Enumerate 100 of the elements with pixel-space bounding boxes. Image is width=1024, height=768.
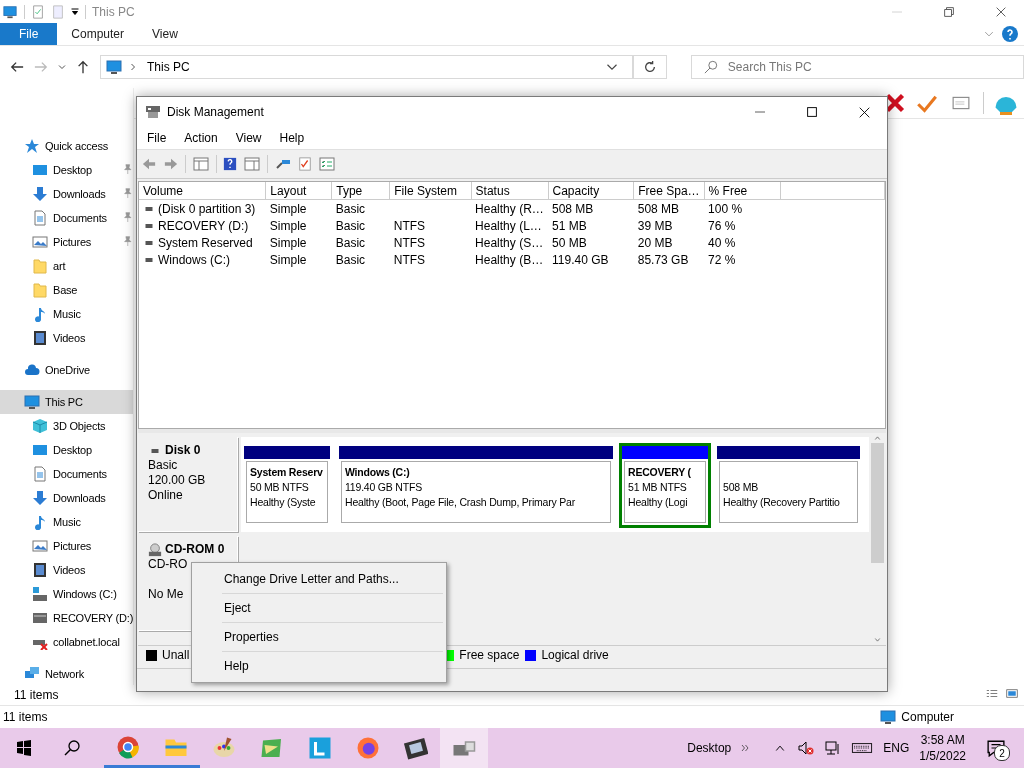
nav-item[interactable]: Documents [0, 206, 133, 230]
close-icon [996, 6, 1006, 17]
disk-label-panel[interactable]: Disk 0 Basic 120.00 GB Online [138, 437, 238, 532]
nav-item[interactable]: Videos [0, 558, 133, 582]
table-cell: 50 MB [552, 235, 587, 250]
column-header[interactable]: Type [331, 182, 390, 200]
muted-speaker-icon[interactable] [797, 740, 816, 756]
restore-icon [944, 6, 954, 17]
nav-item[interactable]: Pictures [0, 230, 133, 254]
envelope-icon[interactable] [949, 94, 973, 112]
nav-item[interactable]: This PC [0, 390, 133, 414]
nav-item[interactable]: art [0, 254, 133, 278]
toolbar-label[interactable]: Desktop [687, 741, 732, 755]
down-caret-icon [873, 637, 882, 643]
table-cell: NTFS [393, 235, 426, 250]
menu-item[interactable]: Action [176, 129, 226, 147]
table-cell: 20 MB [637, 235, 673, 250]
properties-icon [31, 3, 45, 20]
refresh-icon [642, 60, 657, 74]
table-cell: 39 MB [637, 218, 673, 233]
help-icon[interactable] [1002, 26, 1018, 42]
monitor-icon [2, 4, 18, 19]
menu-item[interactable]: View [227, 129, 270, 147]
picture-icon [32, 234, 48, 250]
column-header[interactable]: Volume [139, 182, 266, 200]
legend-label: Free space [459, 648, 520, 662]
nav-item[interactable]: Desktop [0, 438, 133, 462]
nav-item[interactable]: RECOVERY (D:) [0, 606, 133, 630]
nav-item[interactable]: Downloads [0, 182, 133, 206]
search-field[interactable]: Search This PC [690, 55, 1024, 79]
table-cell: (Disk 0 partition 3) [158, 201, 256, 216]
clock[interactable]: 3:58 AM 1/5/2022 [919, 732, 966, 764]
cross-icon[interactable] [885, 93, 905, 113]
column-header[interactable]: Status [471, 182, 548, 200]
column-header[interactable]: Layout [265, 182, 332, 200]
nav-item[interactable]: 3D Objects [0, 414, 133, 438]
monitor-icon [32, 442, 48, 458]
map-icon [260, 736, 284, 760]
table-cell: System Reserved [158, 235, 253, 250]
nav-item[interactable]: Music [0, 302, 133, 326]
nav-item[interactable]: Videos [0, 326, 133, 350]
column-header[interactable]: % Free [704, 182, 781, 200]
ribbon-tab[interactable]: File [0, 23, 58, 45]
column-header[interactable]: Capacity [548, 182, 634, 200]
scrollbar[interactable] [869, 433, 886, 645]
console-tree-icon[interactable] [192, 156, 210, 172]
window-title: Disk Management [167, 105, 264, 119]
folder-icon [32, 282, 48, 298]
maximize-icon [807, 107, 817, 117]
up-arrow-icon[interactable] [76, 60, 90, 74]
nav-item[interactable]: Music [0, 510, 133, 534]
nav-item[interactable]: Pictures [0, 534, 133, 558]
monitor-icon [32, 162, 48, 178]
nav-item[interactable]: Downloads [0, 486, 133, 510]
keyboard-icon[interactable] [851, 741, 874, 755]
menu-item[interactable]: Help [271, 129, 313, 147]
taskbar-app[interactable] [440, 728, 488, 768]
nav-item[interactable]: Desktop [0, 158, 133, 182]
document-icon [32, 466, 48, 482]
cloud-icon [24, 362, 40, 378]
chrome-icon [116, 734, 140, 759]
nav-item[interactable]: Quick access [0, 134, 133, 158]
double-chevron-icon[interactable] [741, 744, 750, 752]
nav-item[interactable]: OneDrive [0, 358, 133, 382]
checklist-icon[interactable] [298, 156, 312, 172]
nav-item[interactable]: Network [0, 662, 133, 686]
monitor-icon [879, 709, 898, 725]
refresh-button[interactable] [632, 55, 667, 79]
tiles-view-icon[interactable] [1004, 689, 1020, 701]
ribbon-tab[interactable]: Computer [57, 23, 139, 45]
close-icon [858, 106, 870, 118]
menu-item[interactable]: File [139, 129, 175, 147]
chevron-icon[interactable] [984, 29, 994, 39]
settings-icon[interactable] [318, 156, 336, 172]
back-arrow-icon[interactable] [10, 60, 24, 74]
network-monitor-icon[interactable] [825, 740, 842, 756]
table-cell: 100 % [708, 201, 743, 216]
help-icon[interactable] [223, 155, 237, 173]
checkmark-icon[interactable] [915, 93, 939, 113]
monitor-icon [24, 394, 40, 410]
nav-item[interactable]: Base [0, 278, 133, 302]
down-arrow-icon [32, 490, 48, 506]
nav-item[interactable]: Documents [0, 462, 133, 486]
column-header[interactable]: File System [389, 182, 472, 200]
down-arrow-icon [32, 186, 48, 202]
nav-item[interactable]: collabnet.local [0, 630, 133, 654]
address-bar[interactable]: This PC [100, 55, 633, 79]
table-cell: Simple [269, 218, 307, 233]
menu-item[interactable]: Help [195, 652, 443, 680]
dropdown-icon[interactable] [58, 63, 66, 71]
notification-button[interactable]: 2 [976, 728, 1016, 768]
nav-item[interactable]: Windows (C:) [0, 582, 133, 606]
column-header[interactable]: Free Spa… [633, 182, 705, 200]
table-cell: Healthy (L… [475, 218, 542, 233]
action-pane-icon[interactable] [243, 156, 261, 172]
language-indicator[interactable]: ENG [883, 741, 910, 755]
forward-arrow-icon[interactable] [163, 157, 179, 171]
ribbon-tab[interactable]: View [138, 23, 192, 45]
partition-block[interactable]: RECOVERY ( 51 MB NTFS Healthy (Logi [619, 443, 711, 528]
palette-icon [212, 736, 236, 760]
